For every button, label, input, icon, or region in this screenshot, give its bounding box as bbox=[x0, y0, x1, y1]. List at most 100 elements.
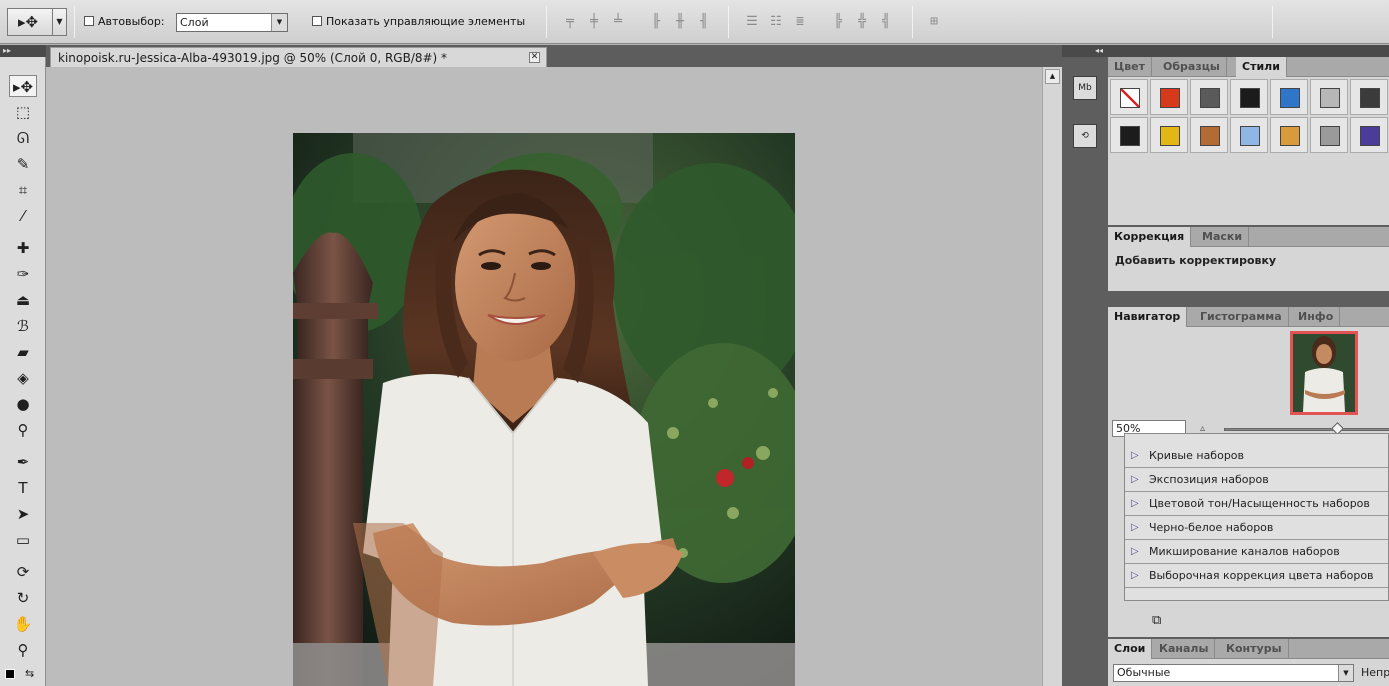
healing-brush-tool-icon[interactable]: ✚ bbox=[9, 237, 37, 259]
blur-tool-icon[interactable]: ● bbox=[9, 393, 37, 415]
auto-align-layers-icon[interactable]: ⊞ bbox=[926, 14, 942, 30]
tab-styles[interactable]: Стили bbox=[1236, 57, 1287, 77]
marquee-tool-icon[interactable]: ⬚ bbox=[9, 101, 37, 123]
align-top-edges-icon[interactable]: ╤ bbox=[562, 14, 578, 30]
expand-triangle-icon[interactable]: ▷ bbox=[1131, 474, 1139, 485]
list-item[interactable]: ▷ Черно-белое наборов bbox=[1125, 516, 1388, 540]
show-transform-controls-checkbox[interactable] bbox=[312, 16, 322, 26]
align-vertical-centers-icon[interactable]: ╪ bbox=[586, 14, 602, 30]
swap-colors-icon[interactable]: ⇆ bbox=[25, 667, 34, 680]
tab-masks[interactable]: Маски bbox=[1196, 227, 1250, 247]
distribute-vcenter-icon[interactable]: ☷ bbox=[768, 14, 784, 30]
toolbox-header[interactable]: ▸▸ bbox=[0, 45, 46, 57]
eyedropper-tool-icon[interactable]: ⁄ bbox=[9, 205, 37, 227]
document-image[interactable] bbox=[293, 133, 795, 686]
rectangle-tool-icon[interactable]: ▭ bbox=[9, 529, 37, 551]
divider bbox=[74, 6, 75, 38]
hand-tool-icon[interactable]: ✋ bbox=[9, 613, 37, 635]
tab-channels[interactable]: Каналы bbox=[1153, 639, 1216, 659]
distribute-top-icon[interactable]: ☰ bbox=[744, 14, 760, 30]
pen-tool-icon[interactable]: ✒ bbox=[9, 451, 37, 473]
history-brush-tool-icon[interactable]: ℬ bbox=[9, 315, 37, 337]
chevron-down-icon[interactable]: ▼ bbox=[52, 9, 66, 35]
expand-triangle-icon[interactable]: ▷ bbox=[1131, 570, 1139, 581]
style-swatch[interactable] bbox=[1350, 117, 1388, 153]
path-selection-tool-icon[interactable]: ➤ bbox=[9, 503, 37, 525]
tool-preset-picker[interactable]: ▸✥ ▼ bbox=[7, 8, 67, 36]
style-swatch[interactable] bbox=[1270, 117, 1308, 153]
expand-triangle-icon[interactable]: ▷ bbox=[1131, 522, 1139, 533]
close-icon[interactable]: ✕ bbox=[529, 52, 540, 63]
align-right-edges-icon[interactable]: ╢ bbox=[696, 14, 712, 30]
navigator-thumbnail[interactable] bbox=[1290, 331, 1358, 415]
clone-stamp-tool-icon[interactable]: ⏏ bbox=[9, 289, 37, 311]
lasso-tool-icon[interactable]: ᘏ bbox=[9, 127, 37, 149]
document-tab[interactable]: kinopoisk.ru-Jessica-Alba-493019.jpg @ 5… bbox=[50, 47, 547, 67]
mini-bridge-button[interactable]: Mb bbox=[1073, 76, 1097, 100]
align-bottom-edges-icon[interactable]: ╧ bbox=[610, 14, 626, 30]
foreground-color-swatch[interactable] bbox=[5, 669, 15, 679]
list-item[interactable]: ▷ Кривые наборов bbox=[1125, 444, 1388, 468]
style-swatch[interactable] bbox=[1190, 117, 1228, 153]
style-swatch[interactable] bbox=[1110, 117, 1148, 153]
tab-swatches[interactable]: Образцы bbox=[1157, 57, 1227, 77]
tab-paths[interactable]: Контуры bbox=[1220, 639, 1289, 659]
navigator-panel-tabs: Навигатор Гистограмма Инфо bbox=[1108, 307, 1389, 327]
distribute-hcenter-icon[interactable]: ╬ bbox=[854, 14, 870, 30]
history-button[interactable]: ⟲ bbox=[1073, 124, 1097, 148]
distribute-right-icon[interactable]: ╣ bbox=[878, 14, 894, 30]
scroll-up-arrow-icon[interactable]: ▲ bbox=[1045, 69, 1060, 84]
type-tool-icon[interactable]: T bbox=[9, 477, 37, 499]
style-swatch[interactable] bbox=[1150, 79, 1188, 115]
expand-triangle-icon[interactable]: ▷ bbox=[1131, 546, 1139, 557]
tab-color[interactable]: Цвет bbox=[1108, 57, 1153, 77]
list-item[interactable]: ▷ Выборочная коррекция цвета наборов bbox=[1125, 564, 1388, 588]
blend-mode-select[interactable]: Обычные ▼ bbox=[1113, 664, 1354, 682]
style-swatch-preview bbox=[1360, 88, 1380, 108]
layers-panel-tabs: Слои Каналы Контуры bbox=[1108, 639, 1389, 659]
add-adjustment-heading: Добавить корректировку bbox=[1115, 254, 1277, 267]
style-swatch[interactable] bbox=[1230, 79, 1268, 115]
style-swatch[interactable] bbox=[1230, 117, 1268, 153]
autoselect-target-select[interactable]: Слой ▼ bbox=[176, 13, 288, 32]
paint-bucket-tool-icon[interactable]: ◈ bbox=[9, 367, 37, 389]
style-swatch[interactable] bbox=[1110, 79, 1148, 115]
tab-info[interactable]: Инфо bbox=[1292, 307, 1341, 327]
style-swatch-preview bbox=[1240, 126, 1260, 146]
quick-selection-tool-icon[interactable]: ✎ bbox=[9, 153, 37, 175]
list-item[interactable]: ▷ Микширование каналов наборов bbox=[1125, 540, 1388, 564]
expand-triangle-icon[interactable]: ▷ bbox=[1131, 498, 1139, 509]
list-item[interactable]: ▷ Экспозиция наборов bbox=[1125, 468, 1388, 492]
tab-histogram[interactable]: Гистограмма bbox=[1194, 307, 1289, 327]
collapse-dock-icon[interactable]: ◂◂ bbox=[1095, 45, 1103, 57]
style-swatch[interactable] bbox=[1190, 79, 1228, 115]
style-swatch[interactable] bbox=[1150, 117, 1188, 153]
align-left-edges-icon[interactable]: ╟ bbox=[648, 14, 664, 30]
move-tool-icon[interactable]: ▸✥ bbox=[9, 75, 37, 97]
eraser-tool-icon[interactable]: ▰ bbox=[9, 341, 37, 363]
brush-tool-icon[interactable]: ✑ bbox=[9, 263, 37, 285]
style-swatch[interactable] bbox=[1310, 117, 1348, 153]
zoom-tool-icon[interactable]: ⚲ bbox=[9, 639, 37, 661]
align-horizontal-centers-icon[interactable]: ╫ bbox=[672, 14, 688, 30]
dodge-tool-icon[interactable]: ⚲ bbox=[9, 419, 37, 441]
tab-layers[interactable]: Слои bbox=[1108, 639, 1153, 659]
autoselect-value: Слой bbox=[180, 16, 209, 29]
crop-tool-icon[interactable]: ⌗ bbox=[9, 179, 37, 201]
3d-orbit-tool-icon[interactable]: ↻ bbox=[9, 587, 37, 609]
expand-triangle-icon[interactable]: ▷ bbox=[1131, 450, 1139, 461]
tab-adjustments[interactable]: Коррекция bbox=[1108, 227, 1192, 247]
distribute-left-icon[interactable]: ╠ bbox=[830, 14, 846, 30]
style-swatch-preview bbox=[1120, 88, 1140, 108]
navigator-zoom-slider[interactable] bbox=[1224, 428, 1389, 431]
3d-rotate-tool-icon[interactable]: ⟳ bbox=[9, 561, 37, 583]
return-to-list-icon[interactable]: ⧉ bbox=[1152, 613, 1161, 628]
distribute-bottom-icon[interactable]: ≣ bbox=[792, 14, 808, 30]
autoselect-checkbox[interactable] bbox=[84, 16, 94, 26]
style-swatch[interactable] bbox=[1350, 79, 1388, 115]
style-swatch[interactable] bbox=[1310, 79, 1348, 115]
vertical-scrollbar[interactable]: ▲ bbox=[1042, 67, 1062, 686]
list-item[interactable]: ▷ Цветовой тон/Насыщенность наборов bbox=[1125, 492, 1388, 516]
style-swatch[interactable] bbox=[1270, 79, 1308, 115]
tab-navigator[interactable]: Навигатор bbox=[1108, 307, 1188, 327]
